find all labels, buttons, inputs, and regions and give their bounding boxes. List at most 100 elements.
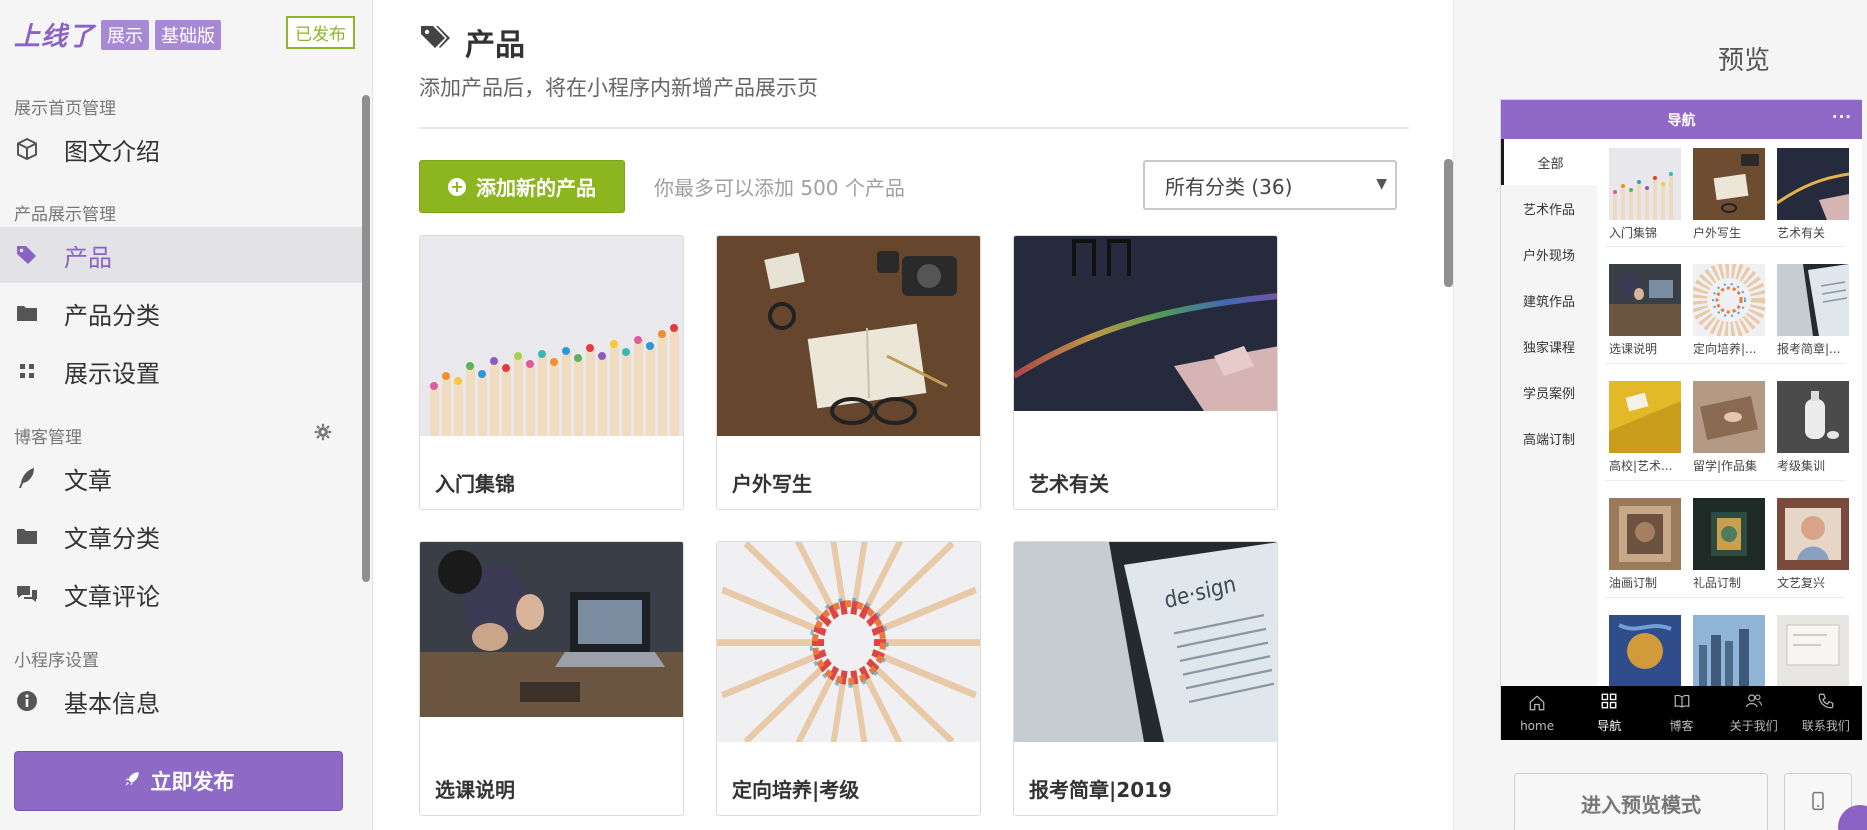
thumb-label: 选课说明 bbox=[1609, 342, 1658, 356]
sidebar-item-article-comments[interactable]: 文章评论 bbox=[0, 566, 362, 622]
sidebar-item-product-category[interactable]: 产品分类 bbox=[0, 285, 362, 341]
phone-thumb[interactable]: 油画订制 bbox=[1609, 498, 1681, 591]
product-card[interactable]: 户外写生 bbox=[716, 235, 981, 510]
phone-nav-item[interactable]: 建筑作品 bbox=[1501, 277, 1597, 323]
thumb-label: 礼品订制 bbox=[1693, 576, 1742, 590]
phone-thumb[interactable]: 定向培养|... bbox=[1693, 264, 1765, 357]
phone-thumb[interactable]: 留学|作品集 bbox=[1693, 381, 1765, 474]
sidebar-scrollbar[interactable] bbox=[362, 95, 370, 582]
page-subtitle: 添加产品后，将在小程序内新增产品展示页 bbox=[419, 76, 818, 100]
sidebar-item-products[interactable]: 产品 bbox=[0, 227, 362, 283]
phone-thumb[interactable]: 考级集训 bbox=[1777, 381, 1849, 474]
phone-thumb[interactable] bbox=[1777, 615, 1849, 686]
page-title: 产品 bbox=[419, 20, 525, 64]
sidebar-item-display-settings[interactable]: 展示设置 bbox=[0, 343, 362, 399]
tab-about[interactable]: 关于我们 bbox=[1718, 686, 1790, 740]
phone-thumb[interactable]: 艺术有关 bbox=[1777, 148, 1849, 241]
sidebar-item-label: 文章 bbox=[64, 466, 112, 495]
thumb-image bbox=[1609, 148, 1681, 220]
feather-icon bbox=[14, 465, 40, 491]
product-image-art bbox=[1014, 236, 1277, 436]
tab-label: 导航 bbox=[1597, 719, 1622, 733]
category-select[interactable]: 所有分类 (36) ▼ bbox=[1143, 160, 1397, 210]
product-name: 报考简章|2019 bbox=[1029, 778, 1172, 802]
apps-icon bbox=[1600, 692, 1618, 713]
phone-thumb[interactable]: 高校|艺术... bbox=[1609, 381, 1681, 474]
thumb-image bbox=[1693, 615, 1765, 686]
phone-nav-item[interactable]: 户外现场 bbox=[1501, 231, 1597, 277]
brand: 上线了 展示 基础版 bbox=[14, 16, 222, 53]
add-product-button[interactable]: + 添加新的产品 bbox=[419, 160, 625, 213]
sidebar-item-articles[interactable]: 文章 bbox=[0, 450, 362, 506]
section-product-management: 产品展示管理 bbox=[14, 205, 116, 225]
preview-title: 预览 bbox=[1717, 46, 1770, 76]
product-image-design-phone: de·sign bbox=[1014, 542, 1277, 742]
users-icon bbox=[1745, 692, 1763, 713]
tab-home[interactable]: home bbox=[1501, 686, 1573, 740]
thumb-label: 高校|艺术... bbox=[1609, 459, 1673, 473]
phone-nav-item[interactable]: 全部 bbox=[1501, 139, 1597, 185]
sidebar-item-basic-info[interactable]: 基本信息 bbox=[0, 673, 362, 729]
phone-nav-item[interactable]: 学员案例 bbox=[1501, 369, 1597, 415]
product-card[interactable]: de·sign 报考简章|2019 bbox=[1013, 541, 1278, 816]
thumb-label: 户外写生 bbox=[1693, 226, 1742, 240]
phone-preview: 导航 ··· 全部 艺术作品 户外现场 建筑作品 独家课程 学员案例 高端订制 … bbox=[1500, 99, 1862, 740]
phone-tabbar: home 导航 博客 关于我们 联系我们 bbox=[1501, 686, 1862, 740]
enter-preview-button[interactable]: 进入预览模式 bbox=[1514, 773, 1768, 830]
product-image-pencil-circle bbox=[717, 542, 980, 742]
product-image-meeting bbox=[420, 542, 683, 742]
product-card[interactable]: 艺术有关 bbox=[1013, 235, 1278, 510]
section-blog-management: 博客管理 bbox=[14, 428, 82, 448]
product-card[interactable]: 选课说明 bbox=[419, 541, 684, 816]
thumb-image bbox=[1777, 498, 1849, 570]
phone-thumb[interactable] bbox=[1609, 615, 1681, 686]
thumb-label: 报考简章|... bbox=[1777, 342, 1841, 356]
sidebar-item-article-category[interactable]: 文章分类 bbox=[0, 508, 362, 564]
phone-nav-item[interactable]: 独家课程 bbox=[1501, 323, 1597, 369]
thumb-image bbox=[1777, 615, 1849, 686]
product-name: 定向培养|考级 bbox=[732, 778, 860, 802]
grid-divider bbox=[1605, 480, 1845, 481]
thumb-image bbox=[1777, 381, 1849, 453]
phone-thumb[interactable]: 入门集锦 bbox=[1609, 148, 1681, 241]
phone-thumb[interactable]: 文艺复兴 bbox=[1777, 498, 1849, 591]
phone-nav-item[interactable]: 高端订制 bbox=[1501, 415, 1597, 461]
product-name: 选课说明 bbox=[435, 778, 515, 802]
page-title-text: 产品 bbox=[465, 28, 525, 63]
thumb-image bbox=[1777, 148, 1849, 220]
product-card[interactable]: 入门集锦 bbox=[419, 235, 684, 510]
phone-thumb[interactable] bbox=[1693, 615, 1765, 686]
publish-now-button[interactable]: 立即发布 bbox=[14, 751, 343, 811]
tab-nav[interactable]: 导航 bbox=[1573, 686, 1645, 740]
phone-product-grid: 入门集锦 户外写生 艺术有关 选课说明 定向培养|... 报考简章|... 高校… bbox=[1597, 139, 1862, 686]
sidebar-item-label: 文章评论 bbox=[64, 582, 160, 611]
thumb-label: 考级集训 bbox=[1777, 459, 1826, 473]
phone-thumb[interactable]: 报考简章|... bbox=[1777, 264, 1849, 357]
main-scrollbar[interactable] bbox=[1444, 159, 1453, 287]
thumb-image bbox=[1777, 264, 1849, 336]
gear-icon[interactable] bbox=[314, 423, 332, 441]
more-icon[interactable]: ··· bbox=[1832, 108, 1852, 126]
add-product-label: 添加新的产品 bbox=[476, 176, 596, 200]
logo: 上线了 bbox=[14, 22, 96, 52]
phone-thumb[interactable]: 礼品订制 bbox=[1693, 498, 1765, 591]
app-root: 上线了 展示 基础版 已发布 展示首页管理 图文介绍 产品展示管理 产品 产品分… bbox=[0, 0, 1867, 830]
thumb-label: 留学|作品集 bbox=[1693, 459, 1758, 473]
caret-down-icon: ▼ bbox=[1376, 176, 1387, 192]
product-limit-text: 你最多可以添加 500 个产品 bbox=[654, 176, 905, 200]
product-card[interactable]: 定向培养|考级 bbox=[716, 541, 981, 816]
product-name: 艺术有关 bbox=[1029, 472, 1109, 496]
sidebar-item-label: 图文介绍 bbox=[64, 137, 160, 166]
sidebar-item-image-text[interactable]: 图文介绍 bbox=[0, 121, 362, 177]
thumb-image bbox=[1693, 264, 1765, 336]
sidebar-item-label: 文章分类 bbox=[64, 524, 160, 553]
tab-blog[interactable]: 博客 bbox=[1645, 686, 1717, 740]
phone-nav-item[interactable]: 艺术作品 bbox=[1501, 185, 1597, 231]
tab-label: 博客 bbox=[1669, 719, 1694, 733]
cube-icon bbox=[14, 136, 40, 162]
product-name: 户外写生 bbox=[732, 472, 812, 496]
phone-thumb[interactable]: 选课说明 bbox=[1609, 264, 1681, 357]
tab-contact[interactable]: 联系我们 bbox=[1790, 686, 1862, 740]
phone-thumb[interactable]: 户外写生 bbox=[1693, 148, 1765, 241]
folder-icon bbox=[14, 300, 40, 326]
